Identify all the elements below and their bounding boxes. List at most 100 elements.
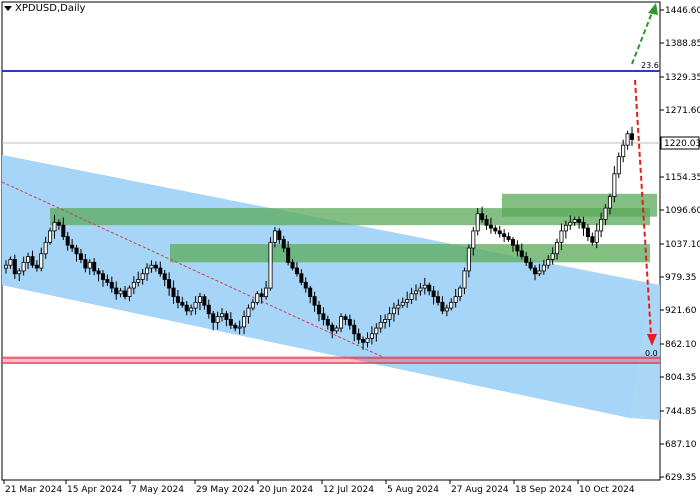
symbol-label: XPDUSD,Daily [15,3,86,14]
candle-body [123,290,128,298]
candle-body [607,196,612,209]
candle-body [356,333,361,340]
candle-body [175,296,180,303]
candle-body [259,293,264,298]
candle-body [506,236,511,240]
price-axis-label: 979.35 [665,273,697,283]
candle-body [599,219,604,232]
candle-body [427,284,432,292]
candle-body [493,227,498,232]
candle-body [497,230,502,235]
candle-body [26,256,31,263]
candle-body [83,259,88,269]
candle-body [197,296,202,303]
candle-body [290,261,295,269]
candle-body [616,156,621,175]
candle-body [537,270,542,275]
candle-body [339,316,344,329]
candle-body [581,221,586,229]
candle-body [114,287,119,295]
time-axis-label: 29 May 2024 [196,485,255,495]
time-axis-label: 27 Aug 2024 [451,485,509,495]
price-axis-label: 629.35 [665,473,697,483]
candle-body [387,313,392,320]
candle-body [374,327,379,335]
candle-body [224,313,229,320]
candle-body [475,213,480,232]
candle-body [211,313,216,323]
candle-body [577,219,582,223]
price-axis-label: 1329.35 [665,73,700,83]
candle-body [630,133,635,140]
symbol-title: XPDUSD,Daily [4,3,85,14]
candle-body [255,293,260,303]
candle-body [242,316,247,328]
fib-label-23-6: 23.6 [641,61,659,70]
candle-body [136,279,141,283]
candle-body [383,319,388,323]
candle-body [361,339,366,343]
price-axis-label: 1271.60 [665,106,700,116]
candle-body [396,304,401,309]
candle-body [56,221,61,226]
candle-body [312,296,317,306]
candle-body [299,273,304,283]
price-axis-label: 921.60 [665,306,697,316]
price-axis-label: 862.10 [665,340,697,350]
candle-body [559,230,564,243]
price-axis-label: 1096.60 [665,206,700,216]
candle-body [621,144,626,158]
price-chart[interactable]: 23.60.0 1446.601388.851329.351271.601212… [0,0,700,500]
candle-body [325,319,330,326]
candle-body [92,261,97,272]
candle-body [264,287,269,298]
candle-body [352,324,357,335]
candle-body [528,261,533,269]
time-axis-label: 15 Apr 2024 [67,485,123,495]
candle-body [17,270,22,275]
candle-body [413,290,418,295]
fib-label-0-0: 0.0 [645,349,658,358]
candle-body [189,307,194,312]
candle-body [590,236,595,243]
candle-body [409,293,414,300]
candle-body [378,321,383,329]
candle-body [347,319,352,326]
price-axis-label: 1388.85 [665,39,700,49]
time-axis-label: 18 Sep 2024 [515,485,572,495]
candle-body [140,273,145,280]
candle-body [568,221,573,226]
candle-body [422,284,427,289]
candle-body [555,241,560,255]
candle-body [343,316,348,320]
candle-body [184,304,189,312]
candle-body [466,247,471,272]
candle-body [458,287,463,298]
candle-body [65,236,70,246]
candle-body [572,219,577,223]
dropdown-triangle-icon [4,6,12,11]
supply-zone-right [502,193,657,217]
candle-body [546,259,551,266]
time-axis-label: 12 Jul 2024 [323,485,374,495]
candle-body [145,267,150,275]
candle-body [440,301,445,312]
candle-body [488,224,493,229]
candle-body [533,267,538,275]
candle-body [502,233,507,238]
chart-window[interactable]: 23.60.0 1446.601388.851329.351271.601212… [0,0,700,500]
candle-body [471,230,476,249]
candle-body [100,273,105,280]
candle-body [127,287,132,298]
candle-body [30,256,35,266]
time-axis-label: 20 Jun 2024 [259,485,313,495]
candle-body [462,270,467,289]
candle-body [158,267,163,275]
candle-body [550,253,555,260]
candle-body [228,319,233,326]
candle-body [87,261,92,269]
candle-body [316,304,321,315]
candle-body [585,227,590,238]
candle-body [330,324,335,332]
candle-body [78,253,83,260]
